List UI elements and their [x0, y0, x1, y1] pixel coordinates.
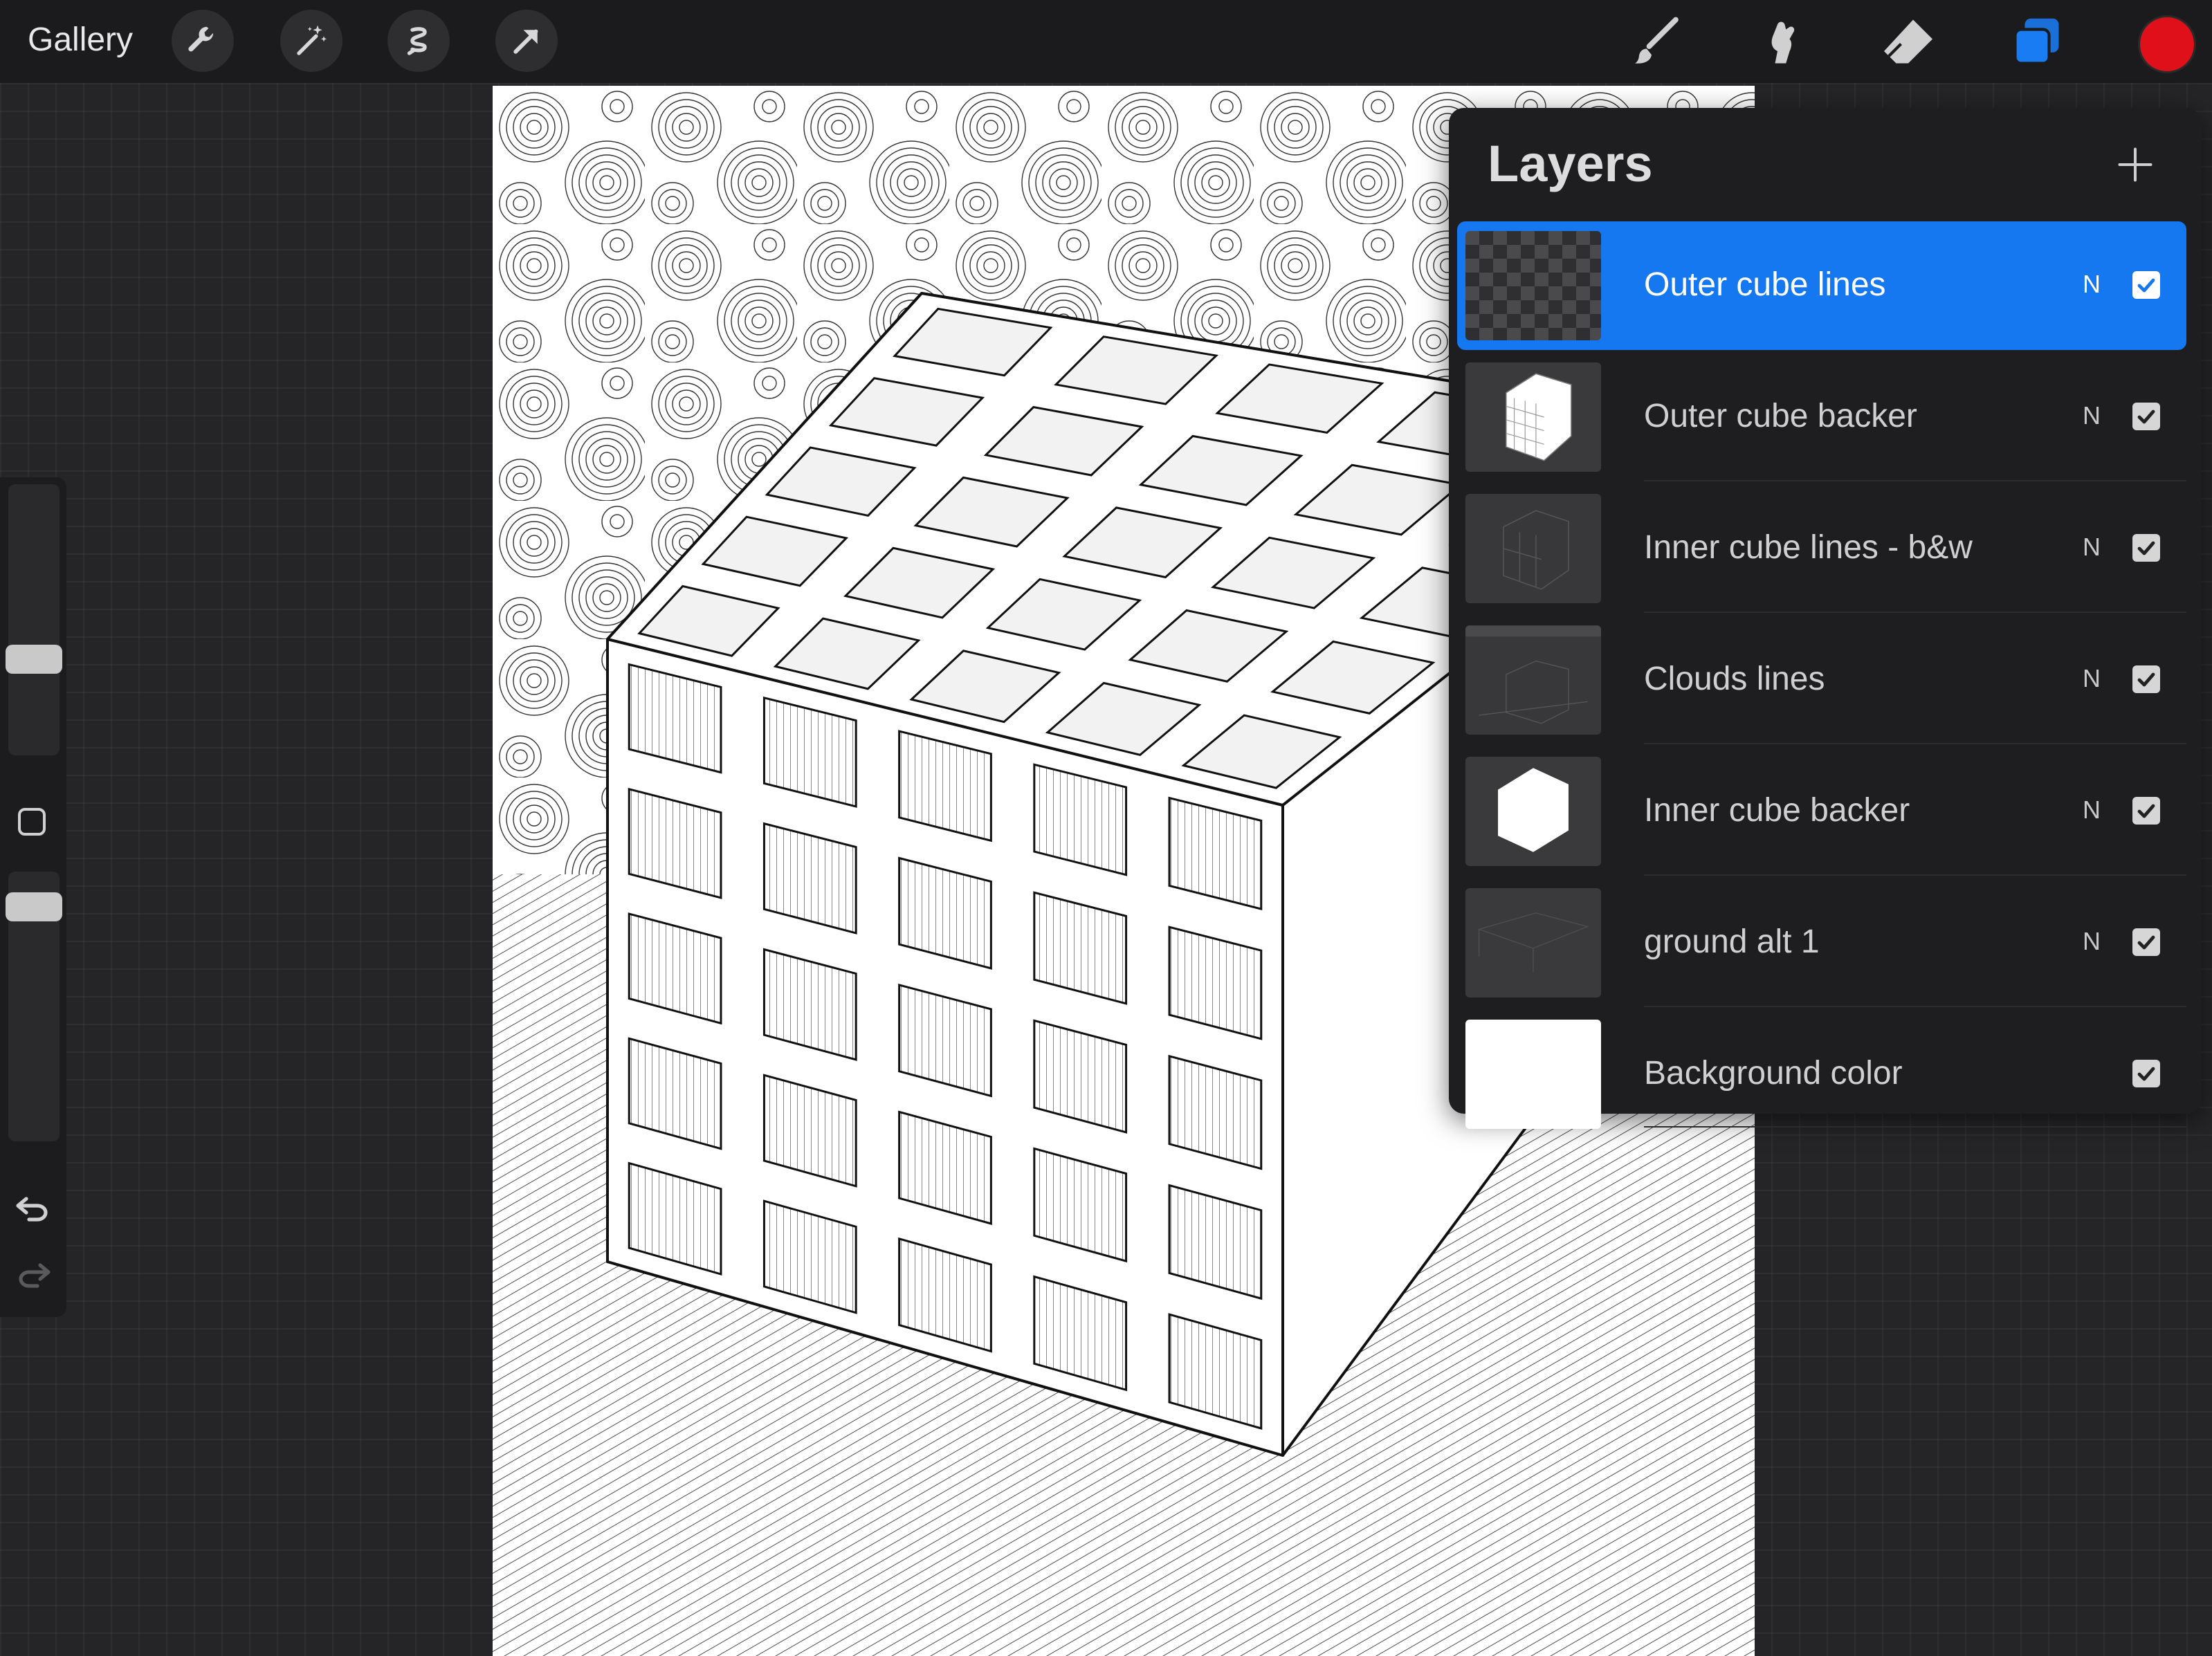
visibility-checkbox[interactable]: [2132, 403, 2160, 430]
layer-thumbnail[interactable]: [1465, 1020, 1601, 1129]
plus-icon[interactable]: [2114, 144, 2156, 185]
checkmark-icon: [2137, 804, 2155, 818]
blend-mode-button[interactable]: N: [2083, 927, 2101, 956]
layer-name: Clouds lines: [1644, 661, 1825, 697]
visibility-checkbox[interactable]: [2132, 534, 2160, 562]
row-divider: [1644, 480, 2186, 481]
color-picker[interactable]: [2138, 15, 2196, 73]
opacity-thumb[interactable]: [6, 892, 62, 921]
magic-wand-icon[interactable]: [280, 10, 342, 72]
row-divider: [1644, 1006, 2186, 1007]
transform-arrow-icon[interactable]: [495, 10, 558, 72]
checkmark-icon: [2137, 410, 2155, 424]
layer-thumbnail[interactable]: [1465, 231, 1601, 340]
layer-name: Background color: [1644, 1055, 1903, 1092]
layer-row[interactable]: Background color: [1457, 1010, 2186, 1129]
visibility-checkbox[interactable]: [2132, 1060, 2160, 1087]
layer-row[interactable]: Clouds lines N: [1457, 616, 2186, 744]
smudge-icon[interactable]: [1753, 12, 1811, 71]
wrench-icon[interactable]: [172, 10, 234, 72]
layers-icon[interactable]: [2008, 12, 2066, 71]
left-sidebar: [0, 477, 66, 1317]
row-divider: [1644, 1126, 2186, 1128]
redo-icon[interactable]: [12, 1256, 54, 1291]
layer-thumbnail[interactable]: [1465, 757, 1601, 866]
checkmark-icon: [2137, 672, 2155, 687]
layer-thumbnail[interactable]: [1465, 625, 1601, 735]
undo-icon[interactable]: [12, 1190, 54, 1224]
row-divider: [1644, 743, 2186, 744]
layer-thumbnail[interactable]: [1465, 888, 1601, 997]
layer-thumbnail[interactable]: [1465, 494, 1601, 603]
visibility-checkbox[interactable]: [2132, 928, 2160, 956]
brush-size-thumb[interactable]: [6, 645, 62, 674]
modify-button[interactable]: [18, 808, 46, 836]
opacity-slider[interactable]: [6, 872, 62, 1141]
blend-mode-button[interactable]: N: [2083, 533, 2101, 562]
blend-mode-button[interactable]: N: [2083, 270, 2101, 299]
blend-mode-button[interactable]: N: [2083, 664, 2101, 693]
layer-thumbnail[interactable]: [1465, 362, 1601, 472]
checkmark-icon: [2137, 278, 2155, 293]
selection-icon[interactable]: [387, 10, 450, 72]
row-divider: [1644, 874, 2186, 876]
row-divider: [1644, 611, 2186, 613]
layer-row[interactable]: Inner cube backer N: [1457, 747, 2186, 876]
layers-title: Layers: [1488, 135, 1653, 192]
layer-row[interactable]: Outer cube lines N: [1457, 221, 2186, 350]
layer-name: Outer cube backer: [1644, 398, 1917, 434]
blend-mode-button[interactable]: N: [2083, 401, 2101, 430]
brush-icon[interactable]: [1627, 12, 1685, 71]
layer-name: Inner cube lines - b&w: [1644, 529, 1973, 566]
layer-row[interactable]: Outer cube backer N: [1457, 353, 2186, 481]
visibility-checkbox[interactable]: [2132, 665, 2160, 693]
brush-size-slider[interactable]: [6, 484, 62, 755]
layers-panel: Layers Outer cube lines N Outer cube backe…: [1449, 108, 2202, 1129]
layer-name: Outer cube lines: [1644, 266, 1886, 303]
layer-row[interactable]: ground alt 1 N: [1457, 878, 2186, 1007]
checkmark-icon: [2137, 1067, 2155, 1081]
top-toolbar: Gallery: [0, 0, 2212, 83]
layer-row[interactable]: Inner cube lines - b&w N: [1457, 484, 2186, 613]
checkmark-icon: [2137, 935, 2155, 950]
checkmark-icon: [2137, 541, 2155, 555]
eraser-icon[interactable]: [1879, 12, 1937, 71]
gallery-button[interactable]: Gallery: [28, 21, 133, 59]
visibility-checkbox[interactable]: [2132, 797, 2160, 825]
layer-name: ground alt 1: [1644, 923, 1820, 960]
blend-mode-button[interactable]: N: [2083, 795, 2101, 825]
layer-name: Inner cube backer: [1644, 792, 1910, 829]
visibility-checkbox[interactable]: [2132, 271, 2160, 299]
